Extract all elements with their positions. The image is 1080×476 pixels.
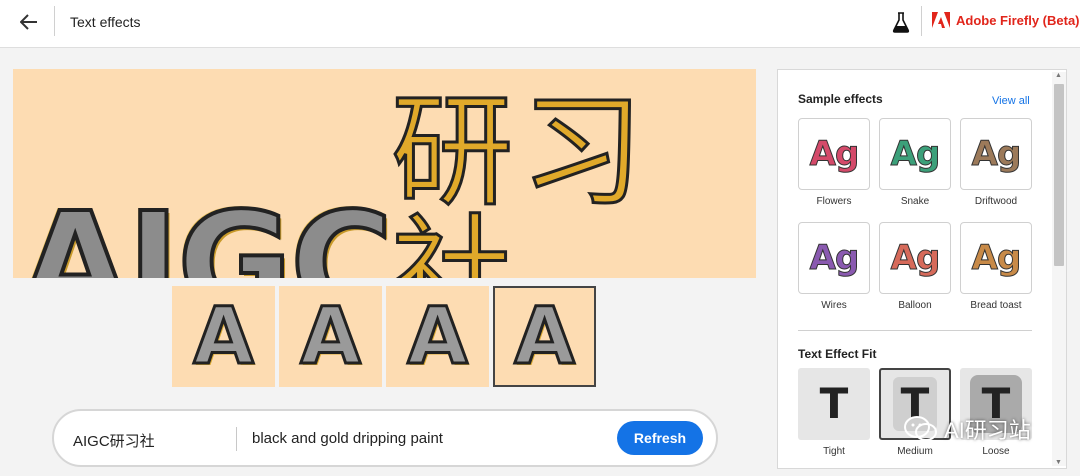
refresh-button[interactable]: Refresh (617, 421, 703, 455)
effect-driftwood[interactable]: Ag Driftwood (960, 118, 1032, 207)
thumbnail-letter: A (513, 290, 576, 383)
wechat-icon (904, 416, 937, 441)
effect-label: Bread toast (970, 300, 1022, 311)
text-input-field[interactable]: AIGC研习社 (73, 430, 155, 451)
thumbnail-4-selected[interactable]: A (493, 286, 596, 387)
fit-tight[interactable]: T Tight (798, 368, 870, 457)
effect-label: Snake (900, 196, 930, 207)
flask-icon[interactable] (891, 11, 911, 33)
effect-sample-text: Ag (809, 134, 860, 175)
effect-thumbnail: Ag (879, 222, 951, 294)
fit-label: Loose (982, 446, 1010, 457)
effect-thumbnail: Ag (798, 222, 870, 294)
watermark-text: AI研习站 (944, 418, 1031, 443)
thumbnail-1[interactable]: A (172, 286, 275, 387)
adobe-logo-icon (932, 12, 950, 28)
brand-name: Adobe Firefly (Beta) (956, 12, 1080, 28)
effect-sample-text: Ag (971, 134, 1022, 175)
effect-thumbnail: Ag (960, 118, 1032, 190)
effect-thumbnail: Ag (798, 118, 870, 190)
effect-sample-text: Ag (890, 238, 941, 279)
preview-text-cjk: 研习社 (390, 81, 652, 279)
fit-thumbnail: T (798, 368, 870, 440)
watermark: AI研习站 (904, 413, 1031, 445)
effects-panel: Sample effects View all Ag Flowers Ag Sn… (777, 69, 1067, 469)
effect-balloon[interactable]: Ag Balloon (879, 222, 951, 311)
preview-text-latin: AIGC (19, 183, 395, 279)
text-effect-fit-heading: Text Effect Fit (798, 347, 877, 361)
header-divider-right (921, 6, 922, 36)
sample-effects-heading: Sample effects (798, 92, 883, 106)
prompt-bar: AIGC研习社 black and gold dripping paint Re… (52, 409, 718, 467)
header-divider (54, 6, 55, 36)
panel-scrollbar[interactable]: ▲ ▼ (1052, 72, 1066, 466)
effect-sample-text: Ag (890, 134, 941, 175)
thumbnail-letter: A (192, 290, 255, 383)
view-all-link[interactable]: View all (992, 95, 1030, 107)
fit-label: Medium (897, 446, 933, 457)
effect-snake[interactable]: Ag Snake (879, 118, 951, 207)
preview-text: AIGC 研习社 (19, 81, 756, 279)
effect-thumbnail: Ag (879, 118, 951, 190)
fit-label: Tight (823, 446, 845, 457)
effect-sample-text: Ag (809, 238, 860, 279)
effect-bread-toast[interactable]: Ag Bread toast (960, 222, 1032, 311)
thumbnail-letter: A (299, 290, 362, 383)
thumbnail-letter: A (406, 290, 469, 383)
effect-wires[interactable]: Ag Wires (798, 222, 870, 311)
effect-prompt-field[interactable]: black and gold dripping paint (252, 430, 443, 447)
effect-label: Balloon (898, 300, 932, 311)
scroll-down-icon[interactable]: ▼ (1055, 459, 1062, 466)
thumbnail-2[interactable]: A (279, 286, 382, 387)
back-arrow-icon (20, 14, 37, 30)
prompt-separator (236, 427, 237, 451)
main-preview: AIGC 研习社 (13, 69, 756, 278)
back-button[interactable] (15, 9, 43, 35)
effect-flowers[interactable]: Ag Flowers (798, 118, 870, 207)
effect-label: Flowers (816, 196, 852, 207)
scroll-thumb[interactable] (1054, 84, 1064, 266)
effect-sample-text: Ag (971, 238, 1022, 279)
brand[interactable]: Adobe Firefly (Beta) (932, 12, 1080, 28)
effect-label: Driftwood (974, 196, 1018, 207)
page-title: Text effects (70, 14, 141, 30)
scroll-up-icon[interactable]: ▲ (1055, 72, 1062, 79)
effect-label: Wires (821, 300, 847, 311)
app-header: Text effects Adobe Firefly (Beta) (0, 0, 1080, 48)
thumbnail-strip: A A A A (172, 286, 596, 387)
thumbnail-3[interactable]: A (386, 286, 489, 387)
fit-sample-text: T (819, 379, 849, 428)
panel-divider (798, 330, 1032, 331)
effect-thumbnail: Ag (960, 222, 1032, 294)
